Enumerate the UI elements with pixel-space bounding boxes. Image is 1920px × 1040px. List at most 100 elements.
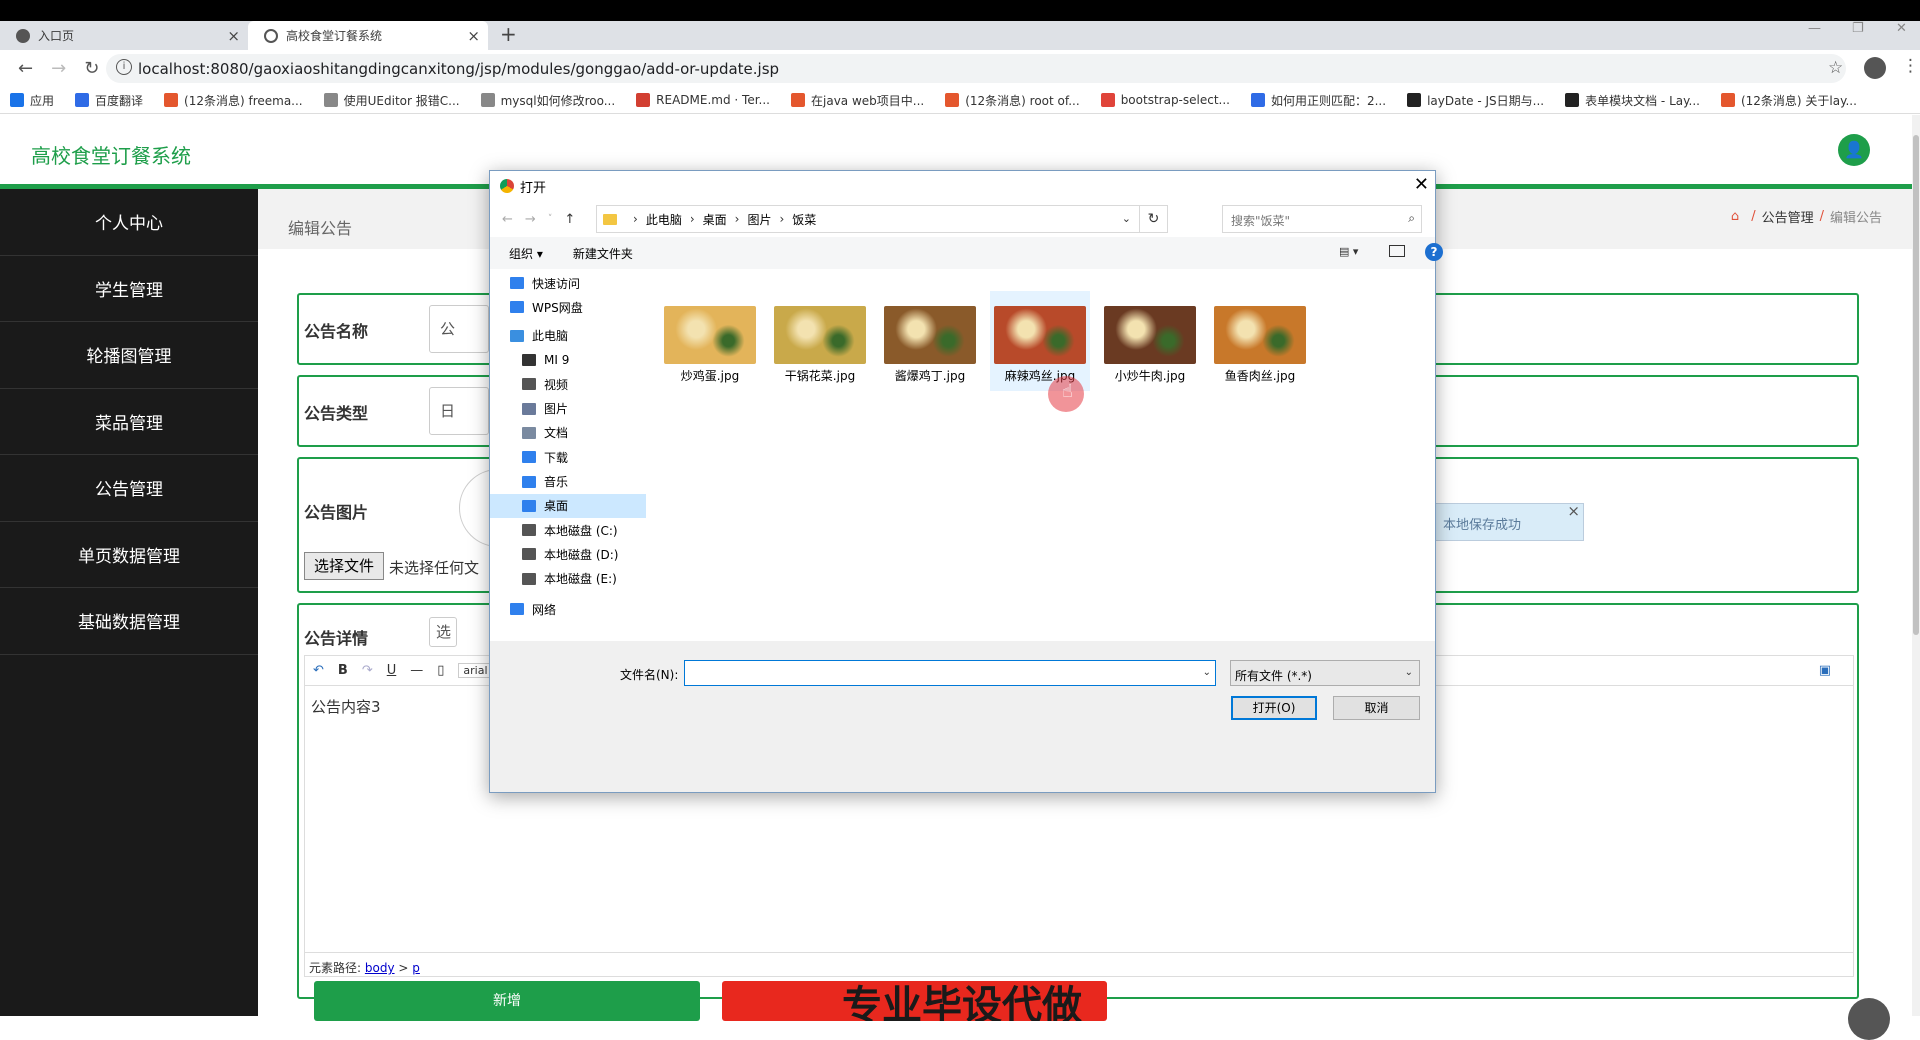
sidebar-item[interactable]: 单页数据管理 [0,522,258,588]
chevron-right-icon[interactable]: › [633,212,638,226]
cancel-button[interactable]: 取消 [1333,696,1420,720]
browser-tab-active[interactable]: 高校食堂订餐系统 × [248,21,488,50]
sidebar-item[interactable]: 菜品管理 [0,389,258,455]
refresh-icon[interactable]: ↻ [1139,206,1167,232]
forward-icon[interactable]: → [525,212,536,227]
help-icon[interactable]: ? [1425,243,1443,261]
address-crumb[interactable]: 图片 [747,211,771,228]
user-icon[interactable]: 👤 [1838,134,1870,166]
name-input[interactable]: 公 [429,305,489,353]
path-body-link[interactable]: body [365,961,395,975]
detail-upload-button[interactable]: 选 [429,617,457,647]
address-crumb[interactable]: 饭菜 [792,211,816,228]
up-icon[interactable]: ↑ [564,212,575,227]
bookmark-item[interactable]: 表单模块文档 - Lay... [1565,92,1700,109]
font-family-select[interactable]: arial [458,663,493,678]
tree-node[interactable]: MI 9 [490,348,646,372]
sidebar-item[interactable]: 个人中心 [0,189,258,256]
bookmark-item[interactable]: (12条消息) 关于lay... [1720,92,1857,109]
bookmark-item[interactable]: 应用 [10,92,54,109]
underline-icon[interactable]: U [387,663,397,678]
redo-icon[interactable]: ↷ [362,663,373,678]
undo-icon[interactable]: ↶ [313,663,324,678]
tree-node[interactable]: 网络 [490,597,646,621]
view-options-icon[interactable]: ▤ ▾ [1339,245,1358,258]
choose-file-button[interactable]: 选择文件 [304,552,384,580]
recent-dropdown-icon[interactable]: ˅ [548,214,553,224]
bookmark-item[interactable]: 百度翻译 [75,92,143,109]
file-item[interactable]: 鱼香肉丝.jpg [1210,291,1310,391]
menu-icon[interactable]: ⋮ [1902,56,1919,76]
dialog-search-input[interactable]: 搜索"饭菜" ⌕ [1222,205,1422,233]
sidebar-item[interactable]: 基础数据管理 [0,588,258,655]
forward-icon[interactable]: → [51,58,66,79]
sidebar-item[interactable]: 轮播图管理 [0,322,258,389]
organize-menu[interactable]: 组织 ▾ [509,245,543,262]
tree-node[interactable]: WPS网盘 [490,295,646,319]
breadcrumb-section[interactable]: 公告管理 [1762,207,1814,226]
bookmark-item[interactable]: 如何用正则匹配：2... [1250,92,1386,109]
home-icon[interactable]: ⌂ [1731,209,1739,224]
address-bar[interactable]: i localhost:8080/gaoxiaoshitangdingcanxi… [106,54,1846,83]
restore-icon[interactable]: ❐ [1852,21,1864,36]
sidebar-item[interactable]: 学生管理 [0,256,258,322]
bookmark-item[interactable]: 在java web项目中... [791,92,924,109]
profile-icon[interactable] [1864,57,1886,79]
filetype-select[interactable]: 所有文件 (*.*) ⌄ [1230,660,1420,686]
bold-icon[interactable]: B [338,663,348,678]
address-crumb[interactable]: 此电脑 [646,211,682,228]
bookmark-item[interactable]: README.md · Ter... [636,93,770,107]
file-item[interactable]: 小炒牛肉.jpg [1100,291,1200,391]
close-icon[interactable]: × [1567,502,1580,520]
bookmark-item[interactable]: mysql如何修改roo... [480,92,615,109]
tree-node[interactable]: 图片 [490,396,646,420]
back-icon[interactable]: ← [18,58,33,79]
tree-node[interactable]: 视频 [490,372,646,396]
browser-tab-entry[interactable]: 入口页 × [0,21,248,50]
minimize-icon[interactable]: — [1808,21,1821,36]
bookmark-item[interactable]: (12条消息) root of... [945,92,1080,109]
bookmark-star-icon[interactable]: ☆ [1828,58,1843,78]
tab-close-icon[interactable]: × [227,27,240,45]
open-button[interactable]: 打开(O) [1231,696,1317,720]
fullscreen-icon[interactable]: ▣ [1819,663,1831,678]
tree-node[interactable]: 快速访问 [490,271,646,295]
tree-node[interactable]: 本地磁盘 (E:) [490,567,646,591]
horizontal-rule-icon[interactable]: — [410,663,423,678]
bookmark-item[interactable]: layDate - JS日期与... [1407,92,1544,109]
reload-icon[interactable]: ↻ [84,58,99,79]
info-icon[interactable]: i [116,59,132,75]
tree-node[interactable]: 此电脑 [490,324,646,348]
chevron-down-icon[interactable]: ⌄ [1122,212,1131,225]
tree-node[interactable]: 音乐 [490,469,646,493]
scrollbar-thumb[interactable] [1913,135,1919,635]
bookmark-item[interactable]: bootstrap-select... [1100,93,1230,107]
file-item[interactable]: 麻辣鸡丝.jpg [990,291,1090,391]
page-icon[interactable]: ▯ [437,663,444,678]
tree-node[interactable]: 本地磁盘 (D:) [490,542,646,566]
dialog-close-icon[interactable]: ✕ [1414,174,1429,195]
chevron-down-icon[interactable]: ⌄ [1203,667,1211,678]
tree-node[interactable]: 文档 [490,421,646,445]
chevron-right-icon[interactable]: › [779,212,784,226]
dialog-address-bar[interactable]: › 此电脑 › 桌面 › 图片 › 饭菜 ⌄ ↻ [596,205,1168,233]
chevron-right-icon[interactable]: › [735,212,740,226]
path-p-link[interactable]: p [412,961,420,975]
chevron-right-icon[interactable]: › [690,212,695,226]
bookmark-item[interactable]: 使用UEditor 报错C... [323,92,460,109]
filename-input[interactable]: ⌄ [684,660,1216,686]
page-scrollbar[interactable] [1912,115,1920,1016]
back-icon[interactable]: ← [502,212,513,227]
bookmark-item[interactable]: (12条消息) freema... [164,92,303,109]
file-item[interactable]: 酱爆鸡丁.jpg [880,291,980,391]
floating-button[interactable] [1848,998,1890,1040]
file-item[interactable]: 干锅花菜.jpg [770,291,870,391]
sidebar-item[interactable]: 公告管理 [0,455,258,522]
file-item[interactable]: 炒鸡蛋.jpg [660,291,760,391]
tree-node[interactable]: 桌面 [490,493,646,518]
type-select[interactable]: 日 [429,387,489,435]
tree-node[interactable]: 下载 [490,445,646,469]
tree-node[interactable]: 本地磁盘 (C:) [490,518,646,542]
new-folder-button[interactable]: 新建文件夹 [573,245,633,262]
window-close-icon[interactable]: ✕ [1896,21,1907,36]
